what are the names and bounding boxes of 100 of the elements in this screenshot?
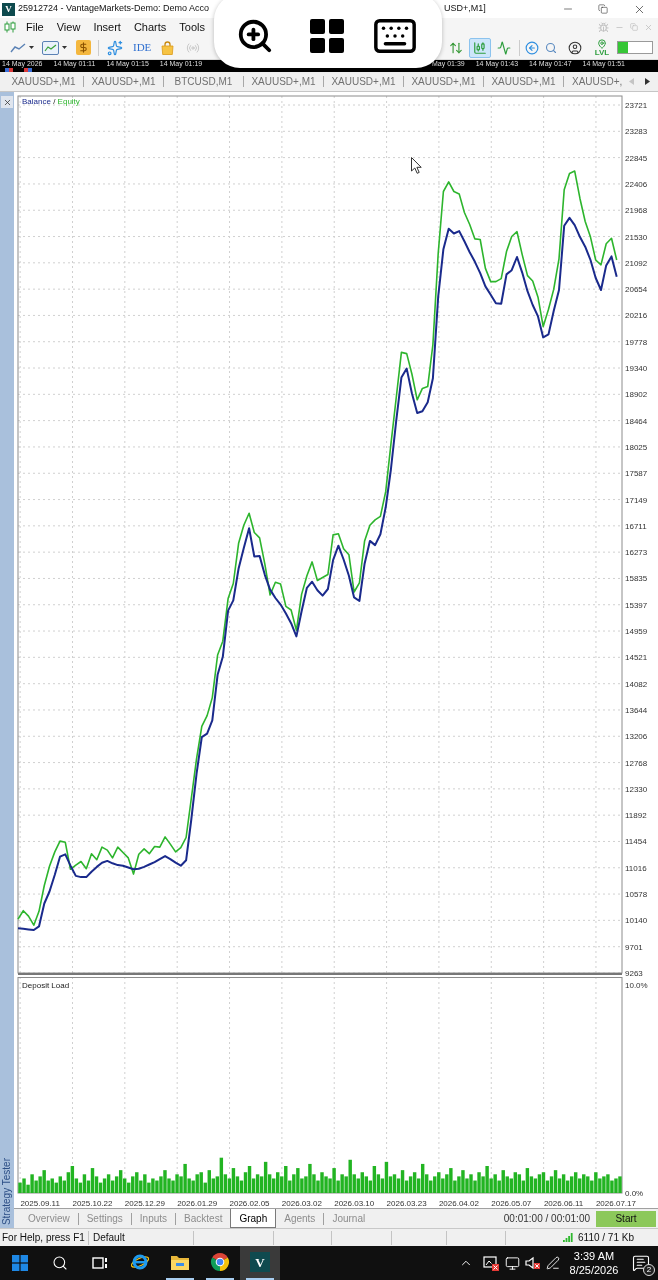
chart-tab[interactable]: XAUUSD+,: [564, 74, 623, 89]
candlestick-icon: [473, 40, 487, 55]
y-axis-label: 0.0%: [625, 1189, 644, 1198]
tab[interactable]: Inputs: [131, 1209, 176, 1228]
y-axis-label: 17587: [625, 469, 648, 479]
dollar-icon[interactable]: [76, 40, 91, 55]
y-axis-label: 14082: [625, 679, 648, 689]
clock-time[interactable]: 3:39 AM: [573, 1249, 615, 1263]
y-axis-label: 21968: [625, 206, 648, 216]
status-text: 6110 / 71 Kb: [578, 1231, 634, 1245]
y-axis-label: 15835: [625, 574, 648, 584]
chart-tab[interactable]: XAUUSD+,M1: [484, 74, 563, 89]
chart-tab[interactable]: XAUUSD+,M1: [324, 74, 403, 89]
x-axis-label: 2026.05.07: [491, 1199, 532, 1208]
y-axis-label: 20654: [625, 285, 648, 295]
tab[interactable]: Settings: [78, 1209, 131, 1228]
x-axis-label: 2025.10.22: [72, 1199, 113, 1208]
search-icon[interactable]: [52, 1255, 68, 1271]
y-axis-label: 11454: [625, 837, 647, 847]
y-axis-label: 17149: [625, 495, 648, 505]
notification-badge: 2: [643, 1264, 655, 1276]
pin-icon: [597, 38, 607, 49]
menu-item[interactable]: File: [26, 18, 44, 36]
tab[interactable]: Agents: [276, 1209, 324, 1228]
chart-tab[interactable]: XAUUSD+,M1: [84, 74, 163, 89]
y-axis-label: 23283: [625, 127, 648, 137]
chart-tab[interactable]: XAUUSD+,M1: [244, 74, 323, 89]
arrows-icon: [449, 40, 463, 55]
menu-item[interactable]: Insert: [93, 18, 121, 36]
app-logo: V: [250, 1252, 270, 1272]
x-axis-label: 2026.02.05: [229, 1199, 270, 1208]
restore-icon[interactable]: [597, 4, 608, 14]
y-axis-label: 13206: [625, 732, 648, 742]
tab[interactable]: Graph: [230, 1209, 277, 1228]
y-axis-label: 11016: [625, 863, 647, 873]
y-axis-label: 15397: [625, 600, 648, 610]
y-axis-label: 23721: [625, 101, 648, 110]
y-axis-label: 11892: [625, 811, 647, 821]
y-axis-label: 12768: [625, 758, 648, 768]
ide-button[interactable]: IDE: [133, 42, 152, 53]
elapsed-time: 00:01:00 / 00:01:00: [503, 1212, 590, 1226]
y-axis-label: 20216: [625, 311, 648, 321]
task-view-icon[interactable]: [92, 1255, 108, 1271]
y-axis-label: 19778: [625, 337, 648, 347]
trend-line-icon[interactable]: [10, 41, 26, 54]
y-axis-label: 10578: [625, 890, 648, 900]
sparkle-icon[interactable]: [107, 39, 123, 56]
y-axis-label: 13644: [625, 706, 648, 715]
x-axis-label: 2025.12.29: [124, 1199, 165, 1208]
x-axis-label: 2026.04.02: [438, 1199, 479, 1208]
x-axis-label: 2026.03.02: [281, 1199, 322, 1208]
y-axis-label: 12330: [625, 784, 648, 794]
tab[interactable]: Backtest: [176, 1209, 231, 1228]
scroll-right-icon[interactable]: [645, 78, 650, 85]
chart-window-icon[interactable]: [42, 40, 59, 55]
x-axis-label: 2026.01.29: [177, 1199, 218, 1208]
chart-type-button[interactable]: [469, 37, 491, 58]
side-bar-label[interactable]: Strategy Tester: [1, 1157, 13, 1225]
menu-item[interactable]: Tools: [179, 18, 205, 36]
close-icon[interactable]: [1, 96, 13, 108]
pen-icon[interactable]: [546, 1256, 560, 1270]
x-axis-label: 2026.07.17: [595, 1199, 636, 1208]
y-axis-label: 18025: [625, 442, 648, 452]
notification-icon[interactable]: [632, 1254, 650, 1272]
chart-tab[interactable]: XAUUSD+,M1: [404, 74, 483, 89]
y-axis-label: 10.0%: [625, 981, 648, 991]
y-axis-label: 9263: [625, 969, 643, 978]
app-logo: V: [2, 2, 15, 16]
bag-icon[interactable]: [161, 40, 175, 55]
menu-item[interactable]: View: [56, 18, 81, 36]
cursor-icon: [411, 157, 422, 174]
speaker-muted-icon[interactable]: [524, 1255, 540, 1271]
start-icon[interactable]: [12, 1255, 28, 1271]
y-axis-label: 19340: [625, 364, 648, 373]
status-text: Default: [93, 1231, 125, 1245]
user-icon[interactable]: [568, 40, 582, 55]
network-icon[interactable]: [505, 1255, 520, 1271]
tab[interactable]: Journal: [324, 1209, 374, 1228]
y-axis-label: 22845: [625, 153, 648, 163]
start-button[interactable]: Start: [596, 1210, 656, 1227]
level-button[interactable]: LVL: [592, 38, 612, 57]
y-axis-label: 21530: [625, 232, 648, 242]
circle-logo-icon: [210, 1252, 230, 1272]
window-title: 25912724 - VantageMarkets-Demo: Demo Acco: [18, 2, 209, 16]
caret-icon[interactable]: [29, 46, 34, 49]
browser-icon: [130, 1252, 150, 1272]
caret-icon[interactable]: [62, 46, 67, 49]
tab[interactable]: Overview: [20, 1209, 78, 1228]
chart-title: Deposit Load: [22, 981, 70, 990]
zoom-in-icon[interactable]: [236, 17, 274, 55]
taskbar-button[interactable]: V: [240, 1246, 280, 1280]
clock-date[interactable]: 8/25/2026: [569, 1263, 619, 1277]
chart-tab[interactable]: XAUUSD+,M1: [4, 74, 83, 89]
grid-icon[interactable]: [310, 19, 344, 53]
chart-legend: Balance / Equity: [22, 97, 80, 106]
y-axis-label: 14959: [625, 627, 648, 637]
candles-icon[interactable]: [4, 21, 16, 33]
display-alert-icon[interactable]: [483, 1255, 499, 1271]
menu-item[interactable]: Charts: [133, 18, 167, 36]
chart-tab[interactable]: BTCUSD,M1: [164, 74, 243, 89]
